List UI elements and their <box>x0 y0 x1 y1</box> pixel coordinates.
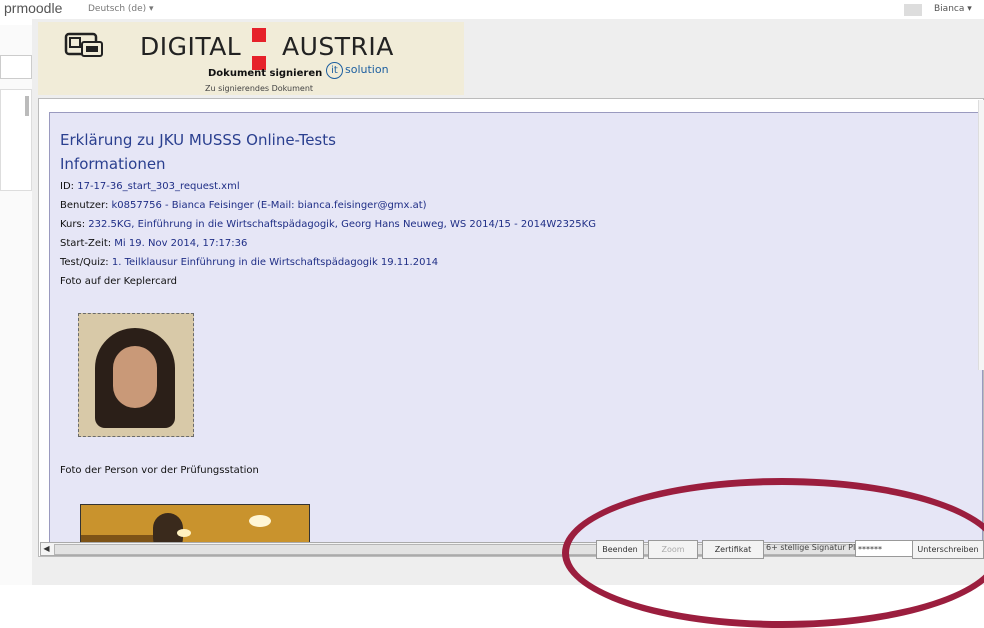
field-course: Kurs: 232.5KG, Einführung in die Wirtsch… <box>60 219 596 230</box>
field-user: Benutzer: k0857756 - Bianca Feisinger (E… <box>60 200 427 211</box>
photo1-label: Foto auf der Keplercard <box>60 276 177 287</box>
language-selector[interactable]: Deutsch (de) ▾ <box>88 4 154 14</box>
brand-austria: AUSTRIA <box>282 32 394 61</box>
user-menu[interactable]: Bianca ▾ <box>934 4 972 14</box>
photo2-label: Foto der Person vor der Prüfungsstation <box>60 465 259 476</box>
left-search-box[interactable] <box>0 55 32 79</box>
digital-austria-banner: DIGITAL AUSTRIA Dokument signieren it sol… <box>38 22 464 95</box>
left-sidebar <box>0 25 33 585</box>
field-id: ID: 17-17-36_start_303_request.xml <box>60 181 240 192</box>
field-quiz: Test/Quiz: 1. Teilklausur Einführung in … <box>60 257 439 268</box>
it-circle-icon: it <box>326 62 343 79</box>
document-title: Erklärung zu JKU MUSSS Online-Tests <box>60 131 336 149</box>
brand-digital: DIGITAL <box>140 32 242 61</box>
page-scrollbar[interactable] <box>978 100 984 370</box>
highlight-annotation <box>562 478 984 628</box>
left-panel <box>0 89 32 191</box>
user-avatar[interactable] <box>904 4 922 16</box>
it-solution-logo: it solution <box>326 62 389 79</box>
austria-flag-icon <box>252 28 266 70</box>
site-brand[interactable]: prmoodle <box>4 0 62 16</box>
left-panel-scrollbar[interactable] <box>25 96 29 116</box>
sign-subtitle: Zu signierendes Dokument <box>205 84 314 93</box>
smartcard-icon <box>64 32 103 57</box>
document-subtitle: Informationen <box>60 155 166 173</box>
field-start-time: Start-Zeit: Mi 19. Nov 2014, 17:17:36 <box>60 238 248 249</box>
keplercard-photo <box>78 313 194 437</box>
scroll-left-icon[interactable]: ◀ <box>41 543 52 555</box>
sign-title: Dokument signieren <box>208 68 323 79</box>
moodle-topbar: prmoodle Deutsch (de) ▾ Bianca ▾ <box>0 0 984 18</box>
